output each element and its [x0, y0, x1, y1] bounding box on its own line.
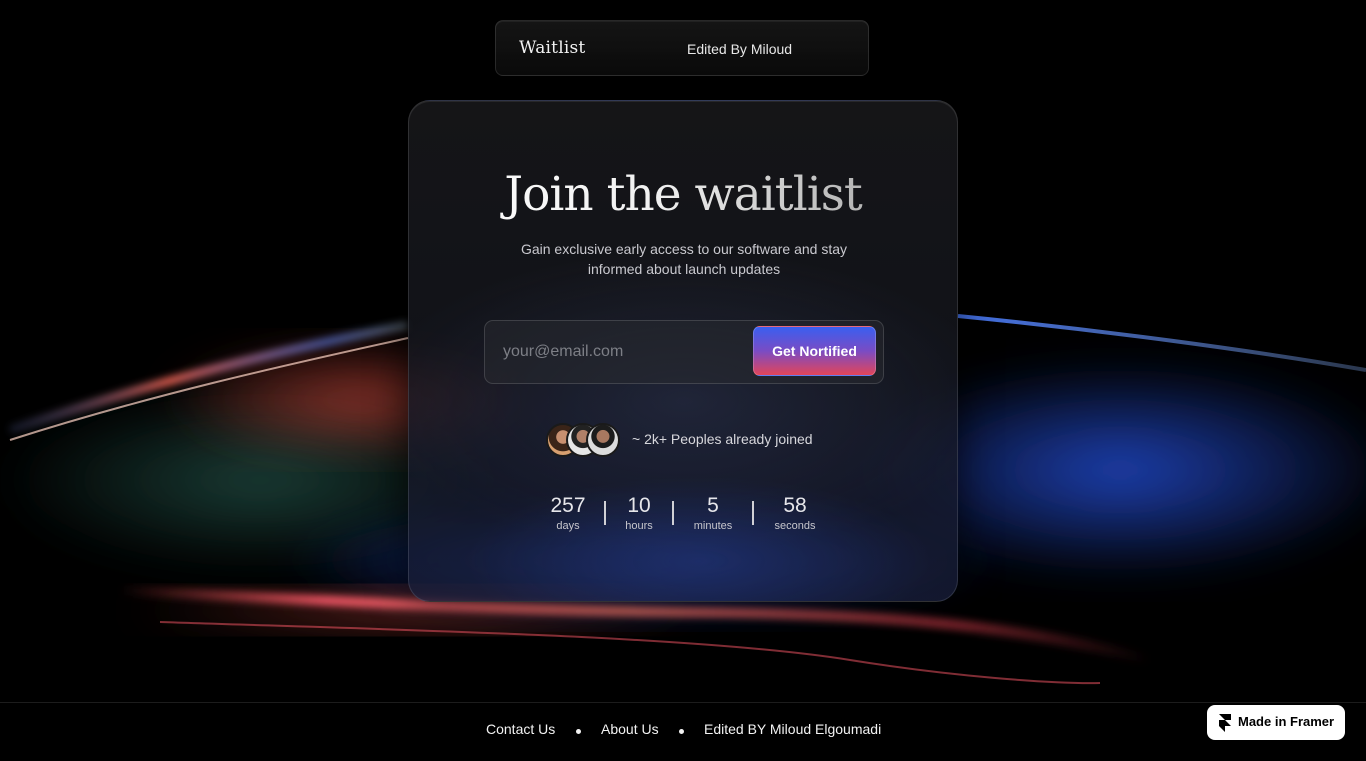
joined-count-text: ~ 2k+ Peoples already joined [632, 431, 813, 447]
brand-logo[interactable]: Waitlist [519, 38, 585, 58]
footer-separator-dot [576, 729, 581, 734]
footer-link-edited-by[interactable]: Edited BY Miloud Elgoumadi [704, 721, 881, 737]
countdown-hours: 10 hours [619, 493, 659, 533]
countdown-seconds-label: seconds [774, 520, 816, 532]
made-in-framer-badge[interactable]: Made in Framer [1207, 705, 1345, 740]
footer-separator-dot [679, 729, 684, 734]
signup-form: Get Nortified [484, 320, 884, 384]
countdown-timer: 257 days 10 hours 5 minutes 58 seconds [409, 493, 957, 543]
countdown-hours-value: 10 [627, 494, 651, 517]
footer-link-about[interactable]: About Us [601, 721, 659, 737]
countdown-minutes-value: 5 [707, 494, 719, 517]
countdown-seconds: 58 seconds [769, 493, 821, 533]
email-input[interactable] [503, 338, 743, 366]
countdown-days-value: 257 [550, 494, 586, 517]
countdown-divider [752, 501, 754, 525]
countdown-hours-label: hours [625, 520, 653, 532]
countdown-minutes-label: minutes [693, 520, 733, 532]
countdown-days-label: days [556, 520, 580, 532]
framer-logo-icon [1219, 714, 1231, 732]
countdown-seconds-value: 58 [783, 494, 807, 517]
joined-avatars [546, 423, 622, 457]
countdown-divider [672, 501, 674, 525]
countdown-divider [604, 501, 606, 525]
nav-edited-by[interactable]: Edited By Miloud [687, 41, 792, 57]
made-in-framer-label: Made in Framer [1238, 714, 1335, 729]
countdown-days: 257 days [545, 493, 591, 533]
footer: Contact Us About Us Edited BY Miloud Elg… [0, 721, 1366, 743]
waitlist-card: Join the waitlist Gain exclusive early a… [408, 100, 958, 602]
avatar [586, 423, 620, 457]
page-title: Join the waitlist [409, 167, 957, 222]
get-notified-button[interactable]: Get Nortified [753, 326, 876, 376]
countdown-minutes: 5 minutes [688, 493, 738, 533]
footer-link-contact[interactable]: Contact Us [486, 721, 555, 737]
page-subtitle: Gain exclusive early access to our softw… [520, 241, 848, 277]
top-nav: Waitlist Edited By Miloud [495, 20, 869, 76]
footer-divider [0, 702, 1366, 703]
